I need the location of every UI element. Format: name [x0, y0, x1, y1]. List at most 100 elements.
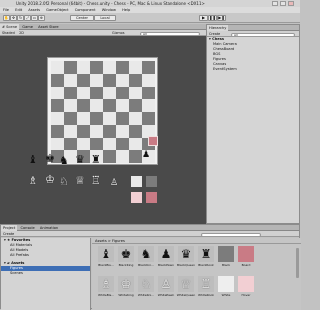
asset-white-queen[interactable]: ♕ WhiteQueen — [177, 276, 195, 300]
board-square[interactable] — [64, 137, 77, 151]
favorites-all-prefabs[interactable]: All Prefabs — [1, 253, 90, 258]
rect-tool-icon[interactable]: ▭ — [31, 15, 38, 21]
play-icon[interactable]: ▶ — [199, 15, 208, 21]
board-square[interactable] — [129, 73, 142, 87]
white-pawn-sprite[interactable]: ♙ — [110, 178, 118, 189]
black-king-sprite[interactable]: ♚ — [45, 153, 55, 164]
board-square[interactable] — [51, 61, 64, 74]
board-square[interactable] — [103, 86, 116, 100]
maximize-icon[interactable] — [280, 1, 286, 6]
menu-edit[interactable]: Edit — [15, 8, 22, 12]
close-icon[interactable] — [288, 1, 294, 6]
white-king-sprite[interactable]: ♔ — [45, 174, 55, 185]
board-square[interactable] — [129, 124, 142, 138]
move-tool-icon[interactable]: ✥ — [10, 15, 17, 21]
board-square[interactable] — [129, 150, 142, 163]
hover-dark-swatch[interactable] — [146, 192, 157, 203]
menu-file[interactable]: File — [3, 8, 9, 12]
board-square[interactable] — [51, 86, 64, 100]
board-square[interactable] — [129, 86, 142, 100]
board-square[interactable] — [116, 124, 129, 138]
board-square[interactable] — [103, 73, 116, 87]
asset-white-square[interactable]: White — [218, 276, 234, 300]
board-square[interactable] — [64, 61, 77, 74]
board-square[interactable] — [51, 137, 64, 151]
board-square[interactable] — [116, 137, 129, 151]
board-square[interactable] — [103, 150, 116, 163]
menu-window[interactable]: Window — [102, 8, 116, 12]
board-square[interactable] — [116, 73, 129, 87]
asset-black-king[interactable]: ♚ BlackKing — [118, 246, 134, 270]
board-square[interactable] — [142, 73, 155, 87]
asset-black-rook[interactable]: ♜ BlackRook — [198, 246, 214, 270]
mode-2d-toggle[interactable]: 2D — [19, 31, 24, 35]
asset-white-pawn[interactable]: ♙ WhitePawn — [158, 276, 174, 300]
pivot-center-button[interactable]: Center — [70, 15, 94, 21]
board-square[interactable] — [103, 61, 116, 74]
light-square-swatch[interactable] — [131, 176, 142, 187]
board-square[interactable] — [64, 86, 77, 100]
scene-view[interactable]: # Scene Game Asset Store Shaded 2D Gizmo… — [0, 24, 206, 224]
hierarchy-item-eventsystem[interactable]: EventSystem — [207, 67, 299, 72]
rotate-tool-icon[interactable]: ↻ — [17, 15, 24, 21]
board-square[interactable] — [116, 112, 129, 125]
board-square[interactable] — [116, 150, 129, 163]
tab-asset-store[interactable]: Asset Store — [36, 24, 60, 30]
hierarchy-search-input[interactable]: All — [231, 33, 295, 37]
minimize-icon[interactable] — [272, 1, 278, 6]
project-create-dropdown[interactable]: Create — [3, 232, 14, 236]
board-square[interactable] — [90, 86, 103, 100]
asset-black-pawn[interactable]: ♟ BlackPawn — [158, 246, 174, 270]
asset-grid-scrollbar[interactable] — [296, 248, 299, 278]
black-rook-sprite[interactable]: ♜ — [91, 154, 101, 165]
white-knight-sprite[interactable]: ♘ — [59, 176, 69, 187]
asset-white-bishop[interactable]: ♗ WhiteBis... — [98, 276, 114, 300]
asset-white-king[interactable]: ♔ WhiteKing — [118, 276, 134, 300]
board-square[interactable] — [77, 112, 90, 125]
board-square[interactable] — [142, 61, 155, 74]
board-square[interactable] — [77, 86, 90, 100]
board-square[interactable] — [90, 124, 103, 138]
dark-square-swatch[interactable] — [146, 176, 157, 187]
shading-mode-dropdown[interactable]: Shaded — [2, 31, 15, 35]
board-square[interactable] — [116, 86, 129, 100]
board-square[interactable] — [129, 99, 142, 112]
white-queen-sprite[interactable]: ♕ — [75, 175, 85, 186]
hover-light-swatch[interactable] — [131, 192, 142, 203]
board-square[interactable] — [64, 124, 77, 138]
board-square[interactable] — [116, 61, 129, 74]
asset-white-rook[interactable]: ♖ WhiteRook — [198, 276, 214, 300]
board-square[interactable] — [142, 112, 155, 125]
gizmos-dropdown[interactable]: Gizmos — [112, 30, 125, 36]
asset-black-knight[interactable]: ♞ BlackKni... — [138, 246, 154, 270]
menu-assets[interactable]: Assets — [28, 8, 40, 12]
folder-scenes[interactable]: Scenes — [1, 271, 90, 276]
board-square[interactable] — [90, 99, 103, 112]
board-square[interactable] — [90, 137, 103, 151]
black-knight-sprite[interactable]: ♞ — [59, 155, 69, 166]
board-square[interactable] — [64, 112, 77, 125]
menu-component[interactable]: Component — [75, 8, 96, 12]
board-square[interactable] — [129, 137, 142, 151]
white-bishop-sprite[interactable]: ♗ — [28, 175, 38, 186]
board-square[interactable] — [142, 86, 155, 100]
menu-gameobject[interactable]: GameObject — [46, 8, 68, 12]
board-square[interactable] — [77, 73, 90, 87]
tab-console[interactable]: Console — [18, 225, 36, 231]
project-search-input[interactable] — [201, 233, 261, 237]
board-square[interactable] — [51, 99, 64, 112]
black-bishop-sprite[interactable]: ♝ — [28, 154, 38, 165]
pivot-local-button[interactable]: Local — [94, 15, 116, 21]
board-square[interactable] — [103, 112, 116, 125]
board-square[interactable] — [51, 73, 64, 87]
board-square[interactable] — [77, 61, 90, 74]
board-square[interactable] — [64, 73, 77, 87]
asset-hover[interactable]: Hover — [238, 276, 254, 300]
hierarchy-create-dropdown[interactable]: Create — [209, 32, 220, 36]
black-pawn-sprite[interactable]: ♟ — [142, 150, 150, 161]
board-square[interactable] — [77, 137, 90, 151]
board-square[interactable] — [77, 124, 90, 138]
board-square[interactable] — [64, 99, 77, 112]
board-square[interactable] — [103, 99, 116, 112]
board-square[interactable] — [90, 73, 103, 87]
